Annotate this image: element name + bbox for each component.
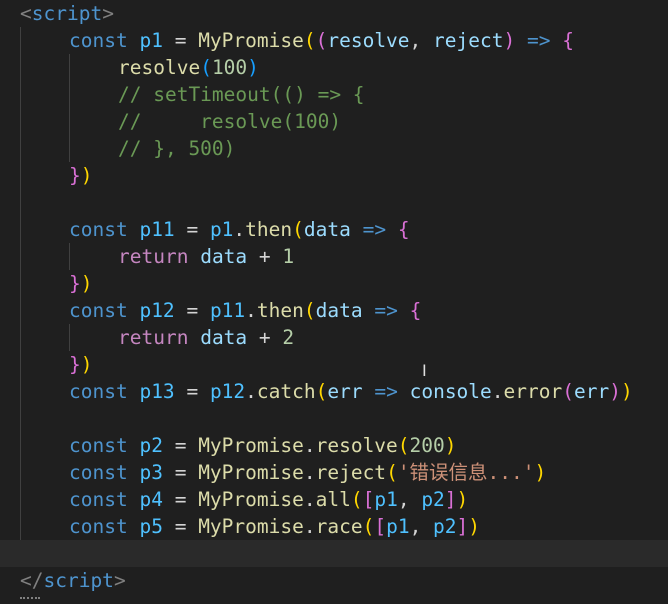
variable: p4 — [139, 488, 163, 511]
class-name: MyPromise — [198, 434, 304, 457]
tag-name: script — [43, 569, 114, 592]
code-line: </script> — [20, 567, 668, 594]
method-name: all — [315, 488, 351, 511]
indent-guide — [69, 324, 70, 351]
variable: p12 — [139, 299, 175, 322]
keyword: return — [118, 245, 189, 268]
keyword: return — [118, 326, 189, 349]
method-name: error — [503, 380, 563, 403]
method-name: race — [315, 515, 363, 538]
function-name: MyPromise — [198, 29, 304, 52]
variable: p12 — [209, 380, 246, 403]
variable: p5 — [139, 515, 163, 538]
variable: p2 — [421, 488, 445, 511]
tag-bracket: </ — [20, 569, 44, 592]
comment-line: // }, 500) — [118, 137, 236, 160]
variable: console — [409, 380, 492, 403]
method-name: then — [256, 299, 304, 322]
code-line: const p3 = MyPromise.reject('错误信息...') — [69, 461, 547, 484]
variable: p1 — [374, 488, 398, 511]
keyword: const — [69, 461, 128, 484]
code-line: }) — [69, 272, 93, 295]
variable: p3 — [139, 461, 163, 484]
code-line: const p12 = p11.then(data => { — [69, 299, 422, 322]
method-name: catch — [256, 380, 316, 403]
keyword: const — [69, 299, 128, 322]
indent-guide — [20, 27, 21, 567]
code-line: const p5 = MyPromise.race([p1, p2]) — [69, 515, 481, 538]
code-line: const p4 = MyPromise.all([p1, p2]) — [69, 488, 469, 511]
variable: p13 — [139, 380, 175, 403]
indent-guide — [69, 54, 70, 162]
code-line: return data + 1 — [118, 245, 295, 268]
keyword: const — [69, 380, 128, 403]
comment-line: // setTimeout(() => { — [118, 83, 365, 106]
tag-bracket: > — [102, 2, 114, 25]
variable: data — [200, 245, 248, 268]
parameter: resolve — [327, 29, 410, 52]
class-name: MyPromise — [198, 461, 304, 484]
tag-bracket: < — [20, 2, 32, 25]
keyword: const — [69, 434, 128, 457]
variable: p1 — [386, 515, 410, 538]
variable: p11 — [209, 299, 246, 322]
method-name: then — [245, 218, 293, 241]
code-line: const p2 = MyPromise.resolve(200) — [69, 434, 457, 457]
code-editor[interactable]: <script> const p1 = MyPromise((resolve, … — [0, 0, 668, 604]
code-line: const p13 = p12.catch(err => console.err… — [69, 380, 633, 403]
number-literal: 2 — [282, 326, 295, 349]
code-line: }) — [69, 164, 93, 187]
current-line[interactable] — [0, 540, 668, 567]
number-literal: 1 — [282, 245, 295, 268]
parameter: data — [315, 299, 363, 322]
variable: err — [573, 380, 610, 403]
code-line: <script> — [20, 0, 668, 27]
method-name: reject — [315, 461, 387, 484]
code-line: const p1 = MyPromise((resolve, reject) =… — [69, 29, 574, 52]
tag-name: script — [31, 2, 103, 25]
variable: p1 — [209, 218, 234, 241]
comment-line: // resolve(100) — [118, 110, 342, 133]
variable: p1 — [139, 29, 163, 52]
parameter: data — [303, 218, 351, 241]
tag-bracket: > — [113, 569, 126, 592]
keyword: const — [69, 515, 128, 538]
number-literal: 100 — [211, 56, 248, 79]
class-name: MyPromise — [198, 488, 304, 511]
code-line: }) — [69, 353, 93, 376]
variable: data — [200, 326, 248, 349]
parameter: reject — [433, 29, 504, 52]
partial-line-fragment — [20, 597, 40, 604]
keyword: const — [69, 29, 128, 52]
parameter: err — [327, 380, 363, 403]
variable: p2 — [433, 515, 457, 538]
code-line: const p11 = p1.then(data => { — [69, 218, 410, 241]
method-name: resolve — [315, 434, 398, 457]
code-line: resolve(100) — [118, 56, 259, 79]
class-name: MyPromise — [198, 515, 304, 538]
variable: p11 — [139, 218, 175, 241]
keyword: const — [69, 218, 128, 241]
string-literal: '错误信息...' — [397, 461, 535, 484]
code-line: return data + 2 — [118, 326, 295, 349]
indent-guide — [69, 243, 70, 270]
keyword: const — [69, 488, 128, 511]
text-cursor-icon: I — [422, 361, 427, 380]
number-literal: 200 — [409, 434, 445, 457]
function-call: resolve — [118, 56, 201, 79]
variable: p2 — [139, 434, 163, 457]
